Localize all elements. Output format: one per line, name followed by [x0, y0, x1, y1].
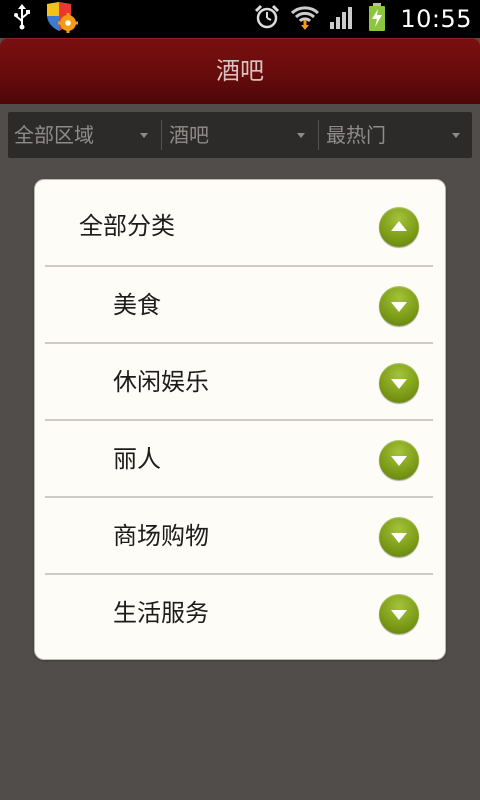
category-label: 休闲娱乐	[113, 368, 209, 396]
category-row-leisure[interactable]: 休闲娱乐	[45, 344, 433, 421]
chevron-down-icon	[391, 533, 407, 543]
wifi-icon	[290, 3, 320, 35]
category-row-services[interactable]: 生活服务	[45, 575, 433, 652]
filter-region-label: 全部区域	[14, 123, 94, 147]
dropdown-caret-icon	[297, 133, 305, 138]
collapse-button[interactable]	[379, 207, 419, 247]
clock-time: 10:55	[400, 5, 472, 33]
chevron-down-icon	[391, 302, 407, 312]
filter-category-dropdown[interactable]: 酒吧	[163, 112, 317, 158]
signal-icon	[330, 4, 358, 34]
chevron-up-icon	[391, 221, 407, 231]
chevron-down-icon	[391, 610, 407, 620]
filter-category-label: 酒吧	[169, 123, 209, 147]
filter-divider	[318, 120, 319, 150]
expand-button[interactable]	[379, 363, 419, 403]
category-label: 全部分类	[79, 212, 175, 240]
dropdown-caret-icon	[452, 133, 460, 138]
filter-bar: 全部区域 酒吧 最热门	[8, 112, 472, 158]
usb-icon	[14, 4, 30, 34]
filter-sort-dropdown[interactable]: 最热门	[320, 112, 472, 158]
expand-button[interactable]	[379, 594, 419, 634]
expand-button[interactable]	[379, 440, 419, 480]
category-row-food[interactable]: 美食	[45, 267, 433, 344]
page-title: 酒吧	[216, 57, 264, 85]
chevron-down-icon	[391, 379, 407, 389]
category-label: 美食	[113, 291, 161, 319]
category-row-all[interactable]: 全部分类	[45, 188, 433, 265]
category-row-beauty[interactable]: 丽人	[45, 421, 433, 498]
category-label: 生活服务	[113, 599, 209, 627]
filter-sort-label: 最热门	[326, 123, 386, 147]
filter-divider	[161, 120, 162, 150]
battery-charging-icon	[368, 3, 386, 35]
security-shield-icon	[44, 1, 78, 37]
expand-button[interactable]	[379, 517, 419, 557]
expand-button[interactable]	[379, 286, 419, 326]
title-bar: 酒吧	[0, 38, 480, 104]
category-row-shopping[interactable]: 商场购物	[45, 498, 433, 575]
alarm-icon	[254, 4, 280, 34]
filter-region-dropdown[interactable]: 全部区域	[8, 112, 160, 158]
status-bar: 10:55	[0, 0, 480, 38]
category-label: 商场购物	[113, 522, 209, 550]
dropdown-caret-icon	[140, 133, 148, 138]
category-label: 丽人	[113, 445, 161, 473]
category-dialog: 全部分类 美食 休闲娱乐 丽人 商场购物 生活服务	[34, 179, 446, 660]
chevron-down-icon	[391, 456, 407, 466]
